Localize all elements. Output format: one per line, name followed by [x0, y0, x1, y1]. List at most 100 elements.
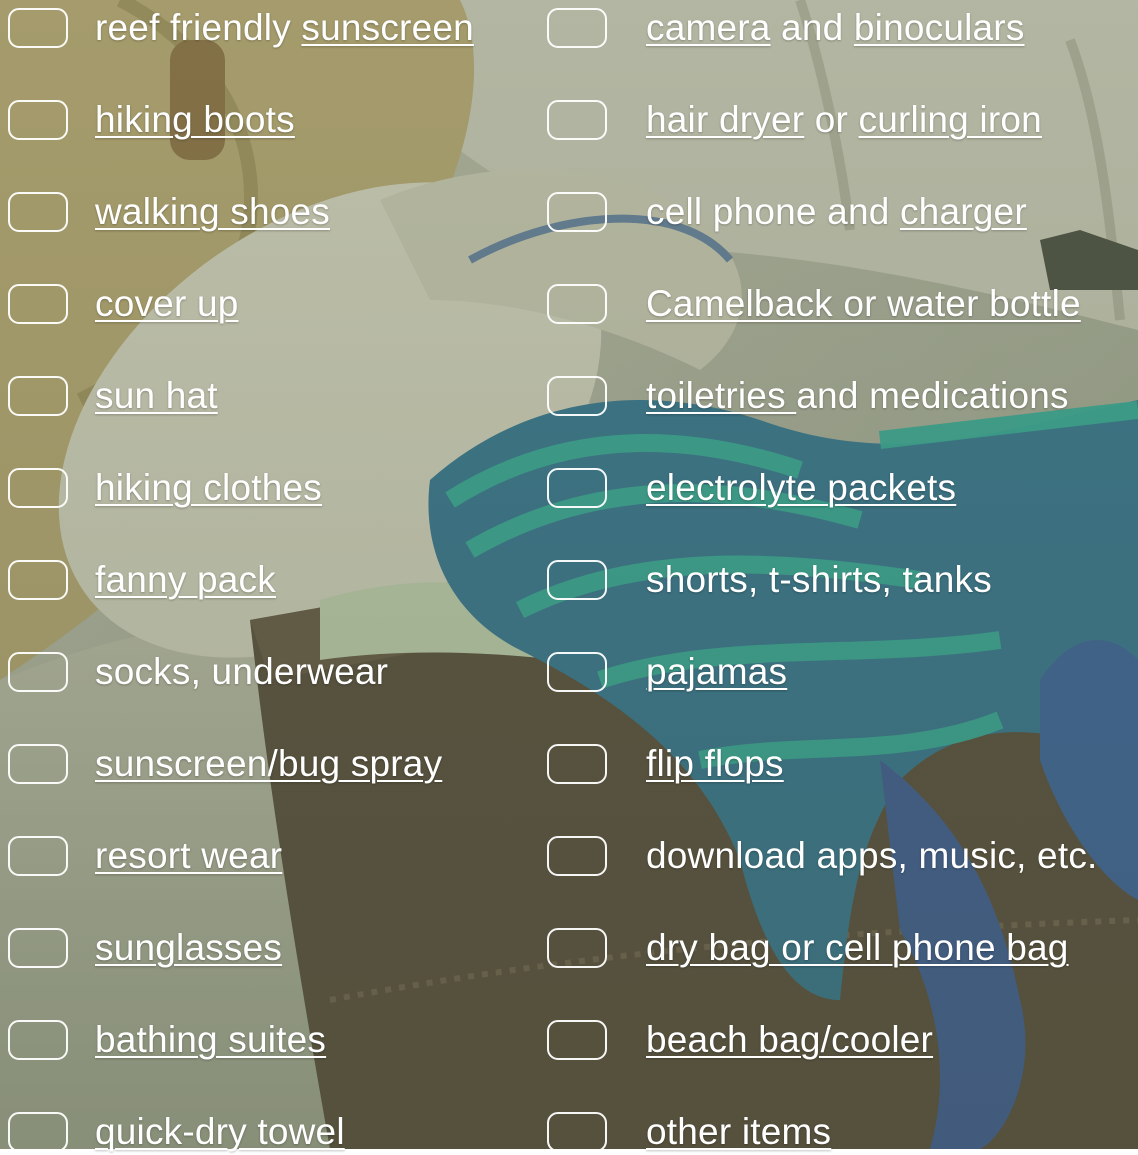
item-link-other-items[interactable]: other items [646, 1111, 831, 1152]
checkbox[interactable] [8, 928, 68, 968]
checkbox[interactable] [547, 744, 607, 784]
item-link-camera[interactable]: camera [646, 7, 771, 48]
item-link-dry-bag-or-cell-phone-bag[interactable]: dry bag or cell phone bag [646, 927, 1069, 968]
item-link-toiletries[interactable]: toiletries [646, 375, 796, 416]
checklist-item-fanny-pack: fanny pack [8, 557, 276, 603]
item-link-hair-dryer[interactable]: hair dryer [646, 99, 804, 140]
checklist-item-sunglasses: sunglasses [8, 925, 282, 971]
checkbox[interactable] [8, 1112, 68, 1152]
checkbox[interactable] [8, 100, 68, 140]
checklist-item-shorts-t-shirts-tanks: shorts, t-shirts, tanks [547, 557, 992, 603]
item-link-sunscreen-bug-spray[interactable]: sunscreen/bug spray [95, 743, 442, 784]
item-text: or [804, 99, 859, 140]
item-link-flip-flops[interactable]: flip flops [646, 743, 784, 784]
checkbox[interactable] [8, 8, 68, 48]
item-text: shorts, t-shirts, tanks [646, 559, 992, 600]
checkbox[interactable] [547, 8, 607, 48]
item-link-binoculars[interactable]: binoculars [854, 7, 1025, 48]
checklist-label: hiking boots [95, 97, 295, 143]
item-text: download apps, music, etc. [646, 835, 1098, 876]
item-text: socks, underwear [95, 651, 389, 692]
item-link-walking-shoes[interactable]: walking shoes [95, 191, 330, 232]
checkbox[interactable] [8, 376, 68, 416]
item-link-curling-iron[interactable]: curling iron [859, 99, 1042, 140]
item-text: and [770, 7, 854, 48]
checklist-item-flip-flops: flip flops [547, 741, 784, 787]
checkbox[interactable] [547, 652, 607, 692]
checklist-label: quick-dry towel [95, 1109, 345, 1155]
item-link-charger[interactable]: charger [900, 191, 1027, 232]
item-link-quick-dry-towel[interactable]: quick-dry towel [95, 1111, 345, 1152]
checkbox[interactable] [547, 468, 607, 508]
checklist-item-hair-dryer-or-curling-iron: hair dryer or curling iron [547, 97, 1042, 143]
checklist-label: electrolyte packets [646, 465, 956, 511]
checklist-item-cell-phone-and-charger: cell phone and charger [547, 189, 1027, 235]
checkbox[interactable] [8, 1020, 68, 1060]
checkbox[interactable] [547, 192, 607, 232]
checklist-item-socks-underwear: socks, underwear [8, 649, 388, 695]
checklist-item-quick-dry-towel: quick-dry towel [8, 1109, 345, 1155]
checklist-label: other items [646, 1109, 831, 1155]
item-text: reef friendly [95, 7, 302, 48]
checkbox[interactable] [547, 1112, 607, 1152]
checklist-item-download-apps-music-etc: download apps, music, etc. [547, 833, 1098, 879]
item-link-sunscreen[interactable]: sunscreen [301, 7, 474, 48]
item-link-hiking-boots[interactable]: hiking boots [95, 99, 295, 140]
item-link-pajamas[interactable]: pajamas [646, 651, 787, 692]
checklist-label: reef friendly sunscreen [95, 5, 474, 51]
item-link-sunglasses[interactable]: sunglasses [95, 927, 282, 968]
checkbox[interactable] [8, 284, 68, 324]
checkbox[interactable] [8, 744, 68, 784]
checklist-label: cell phone and charger [646, 189, 1027, 235]
checkbox[interactable] [547, 284, 607, 324]
checklist-label: camera and binoculars [646, 5, 1025, 51]
checkbox[interactable] [547, 376, 607, 416]
checklist-label: hair dryer or curling iron [646, 97, 1042, 143]
checklist-item-hiking-boots: hiking boots [8, 97, 295, 143]
checklist-label: hiking clothes [95, 465, 322, 511]
checklist-label: sunscreen/bug spray [95, 741, 442, 787]
checklist-item-sun-hat: sun hat [8, 373, 218, 419]
checklist-item-camelback-or-water-bottle: Camelback or water bottle [547, 281, 1081, 327]
item-link-cover-up[interactable]: cover up [95, 283, 239, 324]
checkbox[interactable] [8, 652, 68, 692]
checklist-item-other-items: other items [547, 1109, 831, 1155]
item-text: and medications [796, 375, 1069, 416]
checklist-label: socks, underwear [95, 649, 388, 695]
checklist-label: cover up [95, 281, 239, 327]
checkbox[interactable] [547, 560, 607, 600]
checklist-item-walking-shoes: walking shoes [8, 189, 330, 235]
checkbox[interactable] [8, 192, 68, 232]
checklist-item-beach-bag-cooler: beach bag/cooler [547, 1017, 933, 1063]
checklist-item-hiking-clothes: hiking clothes [8, 465, 322, 511]
checklist-item-dry-bag-or-cell-phone-bag: dry bag or cell phone bag [547, 925, 1069, 971]
item-link-sun-hat[interactable]: sun hat [95, 375, 218, 416]
checklist-label: fanny pack [95, 557, 276, 603]
checklist-label: shorts, t-shirts, tanks [646, 557, 992, 603]
checklist-label: toiletries and medications [646, 373, 1069, 419]
checkbox[interactable] [547, 1020, 607, 1060]
checklist-label: Camelback or water bottle [646, 281, 1081, 327]
checklist-label: beach bag/cooler [646, 1017, 933, 1063]
checklist-item-toiletries-and-medications: toiletries and medications [547, 373, 1069, 419]
checklist-label: bathing suites [95, 1017, 326, 1063]
checklist-item-sunscreen-bug-spray: sunscreen/bug spray [8, 741, 442, 787]
checklist-label: sunglasses [95, 925, 282, 971]
item-link-electrolyte-packets[interactable]: electrolyte packets [646, 467, 956, 508]
checkbox[interactable] [547, 928, 607, 968]
checklist-label: walking shoes [95, 189, 330, 235]
checklist-item-resort-wear: resort wear [8, 833, 282, 879]
checkbox[interactable] [547, 836, 607, 876]
checklist-item-cover-up: cover up [8, 281, 239, 327]
item-link-fanny-pack[interactable]: fanny pack [95, 559, 276, 600]
item-link-camelback-or-water-bottle[interactable]: Camelback or water bottle [646, 283, 1081, 324]
checkbox[interactable] [8, 468, 68, 508]
item-link-bathing-suites[interactable]: bathing suites [95, 1019, 326, 1060]
item-link-beach-bag-cooler[interactable]: beach bag/cooler [646, 1019, 933, 1060]
checkbox[interactable] [8, 836, 68, 876]
checkbox[interactable] [8, 560, 68, 600]
checkbox[interactable] [547, 100, 607, 140]
item-link-resort-wear[interactable]: resort wear [95, 835, 282, 876]
item-link-hiking-clothes[interactable]: hiking clothes [95, 467, 322, 508]
checklist-label: dry bag or cell phone bag [646, 925, 1069, 971]
